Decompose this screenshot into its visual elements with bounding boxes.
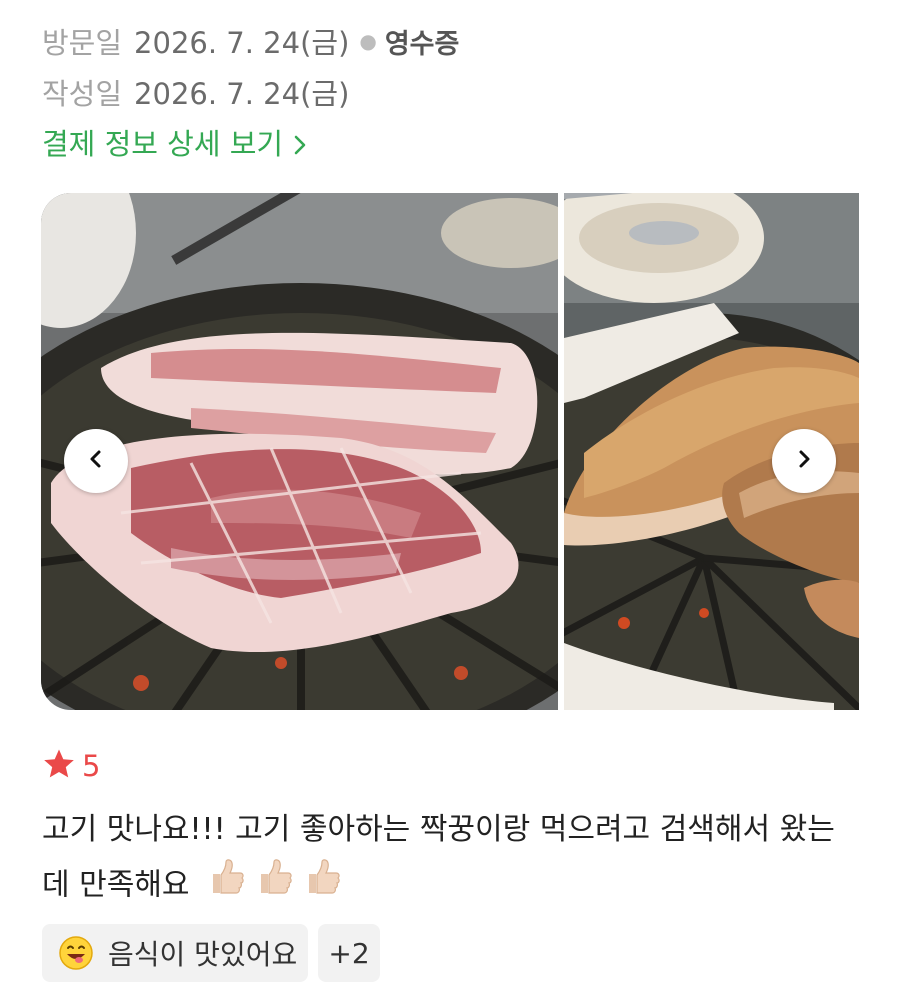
chevron-right-icon	[794, 447, 814, 475]
star-icon	[42, 748, 76, 784]
thumbs-up-emojis	[207, 857, 351, 915]
more-tags-count: +2	[328, 936, 370, 970]
written-date-label: 작성일	[42, 77, 123, 111]
separator-dot: ●	[359, 29, 377, 53]
thumbs-up-icon	[303, 857, 343, 915]
rating: 5	[42, 746, 100, 786]
chevron-left-icon	[86, 447, 106, 475]
smiling-face-icon	[58, 935, 94, 971]
chevron-right-icon	[291, 130, 309, 155]
keyword-tag-label: 음식이 맛있어요	[108, 938, 298, 971]
review-card: 방문일 2026. 7. 24(금) ● 영수증 작성일 2026. 7. 24…	[0, 0, 900, 1005]
visit-date-label: 방문일	[42, 26, 123, 60]
receipt-badge: 영수증	[384, 28, 460, 60]
review-body: 고기 맛나요!!! 고기 좋아하는 짝꿍이랑 먹으려고 검색해서 왔는데 만족해…	[42, 802, 862, 915]
more-tags-button[interactable]: +2	[318, 924, 380, 982]
visit-date-value: 2026. 7. 24(금)	[134, 26, 350, 60]
written-date-value: 2026. 7. 24(금)	[134, 77, 350, 111]
gallery-next-button[interactable]	[772, 429, 836, 493]
written-date-row: 작성일 2026. 7. 24(금)	[42, 70, 349, 114]
thumbs-up-icon	[255, 857, 295, 915]
payment-details-label: 결제 정보 상세 보기	[42, 127, 284, 161]
review-text: 고기 맛나요!!! 고기 좋아하는 짝꿍이랑 먹으려고 검색해서 왔는데 만족해…	[42, 812, 835, 903]
visit-date-row: 방문일 2026. 7. 24(금) ● 영수증	[42, 19, 459, 63]
rating-score: 5	[82, 749, 101, 783]
thumbs-up-icon	[207, 857, 247, 915]
photo-gallery[interactable]	[41, 193, 859, 710]
payment-details-link[interactable]: 결제 정보 상세 보기	[42, 120, 309, 164]
gallery-prev-button[interactable]	[64, 429, 128, 493]
keyword-tag-food-tasty[interactable]: 음식이 맛있어요	[42, 924, 308, 982]
